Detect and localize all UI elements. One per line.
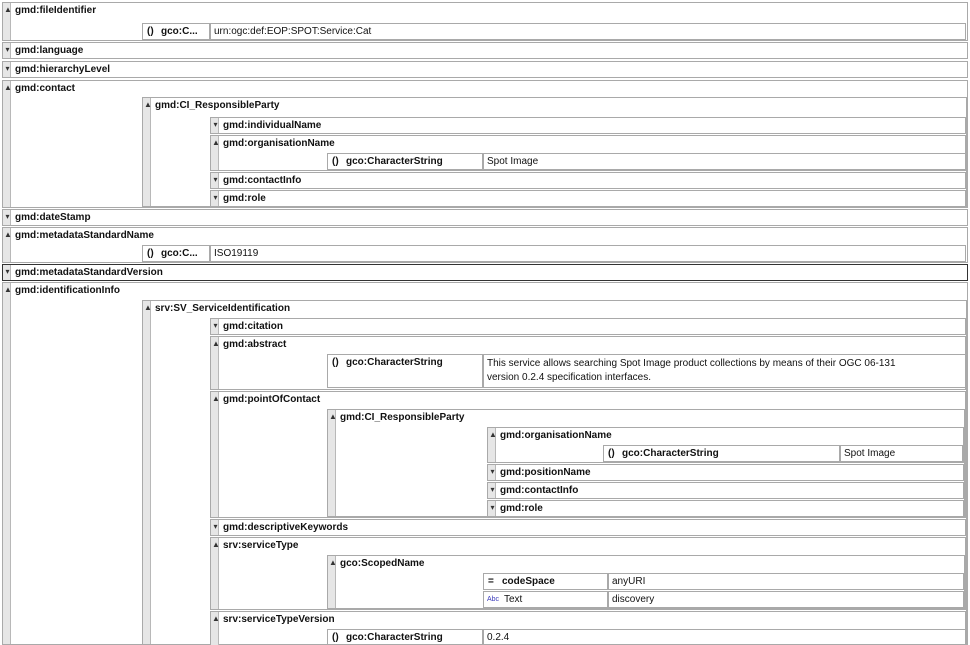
element-type-cell[interactable]: () gco:C... bbox=[142, 245, 210, 262]
element-type-cell[interactable]: () gco:C... bbox=[142, 23, 210, 40]
node-label[interactable]: gmd:metadataStandardName bbox=[15, 229, 154, 243]
expand-toggle-icon[interactable]: ▲ bbox=[212, 338, 220, 350]
service-type-version-value[interactable]: 0.2.4 bbox=[483, 629, 966, 645]
node-gutter bbox=[3, 283, 11, 644]
node-label[interactable]: gmd:role bbox=[500, 502, 543, 516]
expand-toggle-icon[interactable]: ▲ bbox=[4, 4, 12, 16]
node-label[interactable]: gmd:CI_ResponsibleParty bbox=[340, 411, 464, 425]
node-date-stamp: ▾ gmd:dateStamp bbox=[2, 209, 968, 226]
element-icon: () bbox=[332, 156, 339, 167]
node-poc-position-name: ▾ gmd:positionName bbox=[487, 464, 964, 481]
node-hierarchy-level: ▾ gmd:hierarchyLevel bbox=[2, 61, 968, 78]
node-label[interactable]: gmd:dateStamp bbox=[15, 211, 91, 225]
expand-toggle-icon[interactable]: ▲ bbox=[212, 137, 220, 149]
node-label[interactable]: gmd:descriptiveKeywords bbox=[223, 521, 348, 535]
node-gutter bbox=[143, 98, 151, 206]
node-label[interactable]: gmd:pointOfContact bbox=[223, 393, 320, 407]
expand-toggle-icon[interactable]: ▲ bbox=[144, 302, 152, 314]
collapsed-toggle-icon[interactable]: ▾ bbox=[4, 266, 11, 278]
organisation-name-value[interactable]: Spot Image bbox=[483, 153, 966, 170]
node-label[interactable]: gmd:identificationInfo bbox=[15, 284, 120, 298]
node-contact-info: ▾ gmd:contactInfo bbox=[210, 172, 966, 189]
node-gutter bbox=[143, 301, 151, 644]
collapsed-toggle-icon[interactable]: ▾ bbox=[489, 466, 496, 478]
file-identifier-value[interactable]: urn:ogc:def:EOP:SPOT:Service:Cat bbox=[210, 23, 966, 40]
text-node-icon: Abc bbox=[487, 596, 500, 603]
collapsed-toggle-icon[interactable]: ▾ bbox=[212, 192, 219, 204]
node-label[interactable]: gmd:metadataStandardVersion bbox=[15, 266, 163, 280]
node-gutter bbox=[328, 410, 336, 516]
expand-toggle-icon[interactable]: ▲ bbox=[4, 82, 12, 94]
expand-toggle-icon[interactable]: ▲ bbox=[4, 229, 12, 241]
text-node-cell[interactable]: Abc Text bbox=[483, 591, 608, 608]
expand-toggle-icon[interactable]: ▲ bbox=[329, 411, 337, 423]
poc-organisation-name-value[interactable]: Spot Image bbox=[840, 445, 963, 462]
abstract-line-2: version 0.2.4 specification interfaces. bbox=[487, 372, 651, 383]
element-icon: () bbox=[332, 632, 339, 643]
node-label[interactable]: gmd:citation bbox=[223, 320, 283, 334]
node-language: ▾ gmd:language bbox=[2, 42, 968, 59]
expand-toggle-icon[interactable]: ▲ bbox=[4, 284, 12, 296]
expand-toggle-icon[interactable]: ▲ bbox=[212, 393, 220, 405]
node-metadata-standard-version: ▾ gmd:metadataStandardVersion bbox=[2, 264, 968, 281]
node-label[interactable]: srv:serviceTypeVersion bbox=[223, 613, 335, 627]
attribute-name-cell[interactable]: = codeSpace bbox=[483, 573, 608, 590]
abstract-line-1: This service allows searching Spot Image… bbox=[487, 358, 896, 369]
collapsed-toggle-icon[interactable]: ▾ bbox=[212, 320, 219, 332]
collapsed-toggle-icon[interactable]: ▾ bbox=[489, 484, 496, 496]
collapsed-toggle-icon[interactable]: ▾ bbox=[212, 174, 219, 186]
node-gutter bbox=[3, 81, 11, 207]
node-poc-contact-info: ▾ gmd:contactInfo bbox=[487, 482, 964, 499]
code-space-value[interactable]: anyURI bbox=[608, 573, 964, 590]
element-type-cell[interactable]: () gco:CharacterString bbox=[327, 629, 483, 645]
expand-toggle-icon[interactable]: ▲ bbox=[212, 613, 220, 625]
element-type-cell[interactable]: () gco:CharacterString bbox=[603, 445, 840, 462]
node-label[interactable]: gmd:individualName bbox=[223, 119, 321, 133]
element-type-cell[interactable]: () gco:CharacterString bbox=[327, 153, 483, 170]
attribute-icon: = bbox=[488, 576, 494, 587]
expand-toggle-icon[interactable]: ▲ bbox=[212, 539, 220, 551]
node-label[interactable]: gmd:contactInfo bbox=[223, 174, 301, 188]
node-label[interactable]: gmd:fileIdentifier bbox=[15, 4, 96, 18]
abstract-value[interactable]: This service allows searching Spot Image… bbox=[483, 354, 966, 388]
node-label[interactable]: gmd:contactInfo bbox=[500, 484, 578, 498]
node-descriptive-keywords: ▾ gmd:descriptiveKeywords bbox=[210, 519, 966, 536]
expand-toggle-icon[interactable]: ▲ bbox=[329, 557, 337, 569]
node-label[interactable]: srv:serviceType bbox=[223, 539, 298, 553]
node-label[interactable]: gmd:contact bbox=[15, 82, 75, 96]
node-label[interactable]: gmd:abstract bbox=[223, 338, 286, 352]
node-role: ▾ gmd:role bbox=[210, 190, 966, 207]
element-icon: () bbox=[147, 248, 154, 259]
collapsed-toggle-icon[interactable]: ▾ bbox=[4, 63, 11, 75]
node-label[interactable]: gmd:hierarchyLevel bbox=[15, 63, 110, 77]
element-type-cell[interactable]: () gco:CharacterString bbox=[327, 354, 483, 388]
service-type-text-value[interactable]: discovery bbox=[608, 591, 964, 608]
element-icon: () bbox=[608, 448, 615, 459]
metadata-standard-name-value[interactable]: ISO19119 bbox=[210, 245, 966, 262]
node-label[interactable]: gmd:positionName bbox=[500, 466, 591, 480]
node-citation: ▾ gmd:citation bbox=[210, 318, 966, 335]
node-individual-name: ▾ gmd:individualName bbox=[210, 117, 966, 134]
expand-toggle-icon[interactable]: ▲ bbox=[144, 99, 152, 111]
node-gutter bbox=[211, 392, 219, 517]
node-label[interactable]: gmd:organisationName bbox=[223, 137, 335, 151]
element-icon: () bbox=[147, 26, 154, 37]
node-label[interactable]: gmd:CI_ResponsibleParty bbox=[155, 99, 279, 113]
collapsed-toggle-icon[interactable]: ▾ bbox=[489, 502, 496, 514]
node-poc-role: ▾ gmd:role bbox=[487, 500, 964, 517]
collapsed-toggle-icon[interactable]: ▾ bbox=[4, 211, 11, 223]
node-label[interactable]: gmd:language bbox=[15, 44, 83, 58]
expand-toggle-icon[interactable]: ▲ bbox=[489, 429, 497, 441]
collapsed-toggle-icon[interactable]: ▾ bbox=[4, 44, 11, 56]
node-label[interactable]: gmd:role bbox=[223, 192, 266, 206]
node-label[interactable]: srv:SV_ServiceIdentification bbox=[155, 302, 290, 316]
collapsed-toggle-icon[interactable]: ▾ bbox=[212, 521, 219, 533]
node-label[interactable]: gmd:organisationName bbox=[500, 429, 612, 443]
node-label[interactable]: gco:ScopedName bbox=[340, 557, 424, 571]
collapsed-toggle-icon[interactable]: ▾ bbox=[212, 119, 219, 131]
element-icon: () bbox=[332, 357, 339, 368]
